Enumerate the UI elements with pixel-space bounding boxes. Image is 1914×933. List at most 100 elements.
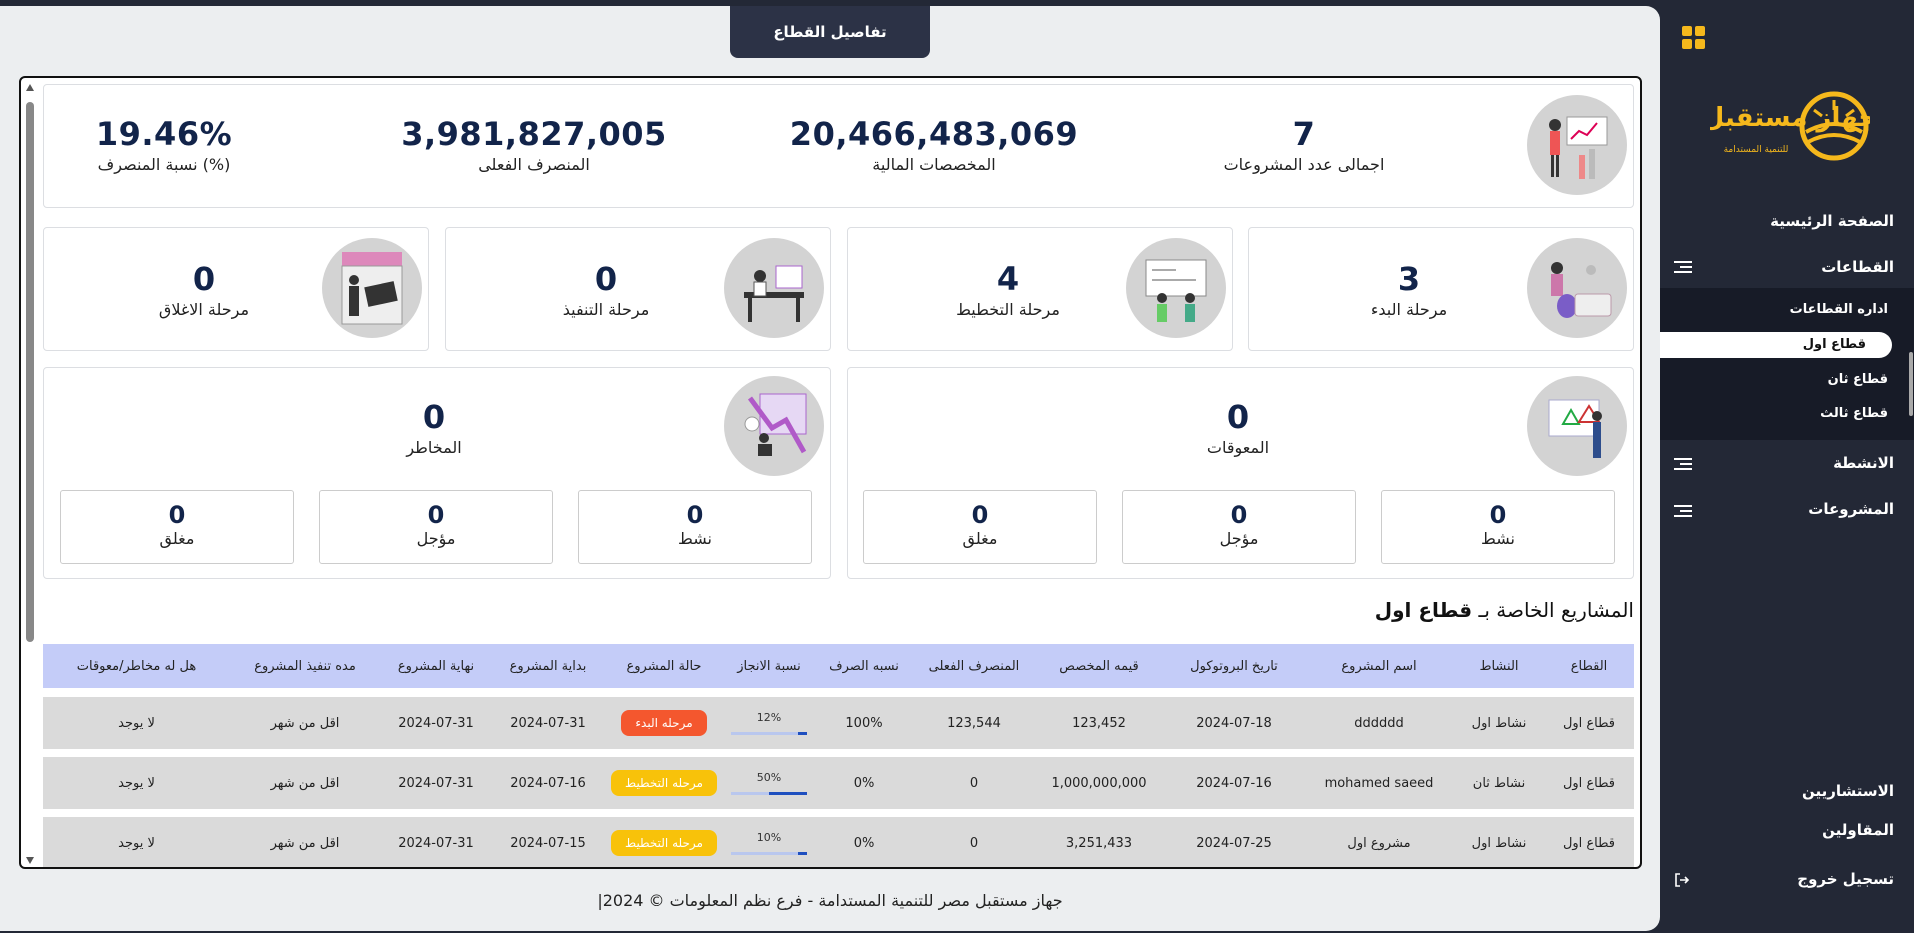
stat-label: اجمالى عدد المشروعات — [1223, 155, 1385, 174]
risks-active: 0 نشط — [578, 490, 812, 564]
cell-duration: اقل من شهر — [270, 715, 340, 731]
col-header-activity[interactable]: النشاط — [1454, 659, 1544, 674]
stat-value: 20,466,483,069 — [789, 115, 1079, 153]
main-content: تفاصيل القطاع 7 اجمالى عدد المشروعات 20,… — [0, 6, 1660, 931]
tab-sector-details[interactable]: تفاصيل القطاع — [730, 6, 930, 58]
cell-protocol-date: 2024-07-25 — [1196, 835, 1272, 851]
phase-card-planning: 4 مرحلة التخطيط — [847, 227, 1233, 351]
logout-icon[interactable] — [1674, 872, 1690, 888]
col-header-allocated[interactable]: قيمه المخصص — [1034, 659, 1164, 674]
risks-label: المخاطر — [406, 438, 462, 457]
col-header-actual-spent[interactable]: المنصرف الفعلى — [914, 659, 1034, 674]
table-row[interactable]: قطاع اول نشاط اول dddddd 2024-07-18 123,452 1… — [43, 697, 1634, 749]
sidebar-scrollbar[interactable] — [1909, 352, 1913, 416]
obstacles-label: المعوقات — [1206, 438, 1270, 457]
stat-actual-spent: 3,981,827,005 المنصرف الفعلى — [394, 115, 674, 174]
closing-phase-illustration-icon — [322, 238, 422, 338]
phase-card-execution: 0 مرحلة التنفيذ — [445, 227, 831, 351]
sub-value: 0 — [1230, 501, 1248, 529]
progress-bar: 12% — [731, 711, 807, 737]
sub-value: 0 — [686, 501, 704, 529]
progress-label: 12% — [756, 710, 782, 724]
logo-text: جهاز مستقبل مصر — [1710, 103, 1870, 133]
footer-copyright: جهاز مستقبل مصر للتنمية المستدامة - فرع … — [597, 891, 1063, 910]
sub-label: مغلق — [159, 529, 195, 548]
col-header-start-date[interactable]: بداية المشروع — [492, 659, 604, 674]
cell-protocol-date: 2024-07-18 — [1196, 715, 1272, 731]
obstacles-postponed: 0 مؤجل — [1122, 490, 1356, 564]
phase-value: 0 — [192, 260, 216, 298]
stat-total-projects: 7 اجمالى عدد المشروعات — [1204, 115, 1404, 174]
cell-project-name: mohamed saeed — [1324, 775, 1434, 791]
risks-closed: 0 مغلق — [60, 490, 294, 564]
content-panel: 7 اجمالى عدد المشروعات 20,466,483,069 ال… — [19, 76, 1642, 869]
stat-value: 7 — [1292, 115, 1316, 153]
nav-logout[interactable]: تسجيل خروج — [1797, 870, 1894, 888]
nav-activities[interactable]: الانشطة — [1833, 454, 1894, 472]
grid-menu-icon[interactable] — [1682, 26, 1706, 50]
progress-label: 10% — [756, 830, 782, 844]
sub-label: مغلق — [962, 529, 998, 548]
cell-end-date: 2024-07-31 — [398, 775, 474, 791]
sub-label: مؤجل — [416, 529, 456, 548]
subnav-sector-1[interactable]: قطاع اول — [1660, 332, 1892, 358]
nav-contractors[interactable]: المقاولين — [1822, 821, 1894, 839]
scroll-down-arrow-icon[interactable] — [26, 857, 34, 864]
obstacles-illustration-icon — [1527, 376, 1627, 476]
col-header-sector[interactable]: القطاع — [1544, 659, 1634, 674]
progress-label: 50% — [756, 770, 782, 784]
col-header-risks[interactable]: هل له مخاطر/معوقات — [43, 659, 230, 674]
subnav-manage-sectors[interactable]: اداره القطاعات — [1790, 302, 1888, 317]
cell-end-date: 2024-07-31 — [398, 715, 474, 731]
status-badge: مرحله التخطيط — [611, 830, 717, 856]
col-header-status[interactable]: حالة المشروع — [604, 659, 724, 674]
cell-actual-spent: 123,544 — [947, 715, 1001, 731]
cell-project-name: dddddd — [1354, 715, 1404, 731]
subnav-sector-3[interactable]: قطاع ثالث — [1820, 406, 1888, 421]
projects-menu-icon[interactable] — [1674, 505, 1692, 517]
subnav-sector-2[interactable]: قطاع ثان — [1828, 372, 1888, 387]
sidebar: جهاز مستقبل مصر للتنمية المستدامة الصفحة… — [1633, 6, 1914, 933]
nav-sectors[interactable]: القطاعات — [1821, 258, 1894, 276]
phase-label: مرحلة التخطيط — [956, 300, 1060, 319]
scroll-up-arrow-icon[interactable] — [26, 84, 34, 91]
cell-project-name: مشروع اول — [1347, 835, 1411, 851]
phase-value: 0 — [594, 260, 618, 298]
vertical-scrollbar[interactable] — [25, 84, 35, 864]
cell-progress: 50% — [724, 770, 814, 797]
future-of-egypt-logo: جهاز مستقبل مصر للتنمية المستدامة — [1633, 86, 1877, 176]
nav-home[interactable]: الصفحة الرئيسية — [1770, 212, 1894, 230]
phase-card-closing: 0 مرحلة الاغلاق — [43, 227, 429, 351]
col-header-progress[interactable]: نسبة الانجاز — [724, 659, 814, 674]
col-header-project-name[interactable]: اسم المشروع — [1304, 659, 1454, 674]
sectors-menu-icon[interactable] — [1674, 261, 1692, 273]
cell-sector: قطاع اول — [1562, 775, 1616, 791]
col-header-spend-ratio[interactable]: نسبه الصرف — [814, 659, 914, 674]
nav-projects[interactable]: المشروعات — [1808, 500, 1894, 518]
logo-subtext: للتنمية المستدامة — [1724, 145, 1789, 155]
progress-fill — [797, 731, 807, 735]
stat-value: 19.46% — [95, 115, 233, 153]
col-header-protocol-date[interactable]: تاريخ البروتوكول — [1164, 659, 1304, 674]
stat-spend-ratio: 19.46% نسبة المنصرف (%) — [74, 115, 254, 174]
execution-phase-illustration-icon — [724, 238, 824, 338]
sub-label: نشط — [1481, 529, 1515, 548]
sub-label: مؤجل — [1219, 529, 1259, 548]
cell-spend-ratio: 0% — [853, 835, 875, 851]
phase-label: مرحلة البدء — [1370, 300, 1448, 319]
cell-spend-ratio: 100% — [845, 715, 883, 731]
nav-consultants[interactable]: الاستشاريين — [1802, 782, 1894, 800]
cell-progress: 10% — [724, 830, 814, 857]
progress-bar: 10% — [731, 831, 807, 857]
progress-fill — [769, 791, 807, 795]
scroll-thumb[interactable] — [26, 102, 34, 642]
cell-activity: نشاط اول — [1471, 835, 1527, 851]
activities-menu-icon[interactable] — [1674, 458, 1692, 470]
planning-phase-illustration-icon — [1126, 238, 1226, 338]
table-row[interactable]: قطاع اول نشاط اول مشروع اول 2024-07-25 3,251… — [43, 817, 1634, 867]
stat-label: نسبة المنصرف (%) — [97, 155, 231, 174]
sub-value: 0 — [427, 501, 445, 529]
col-header-duration[interactable]: مده تنفيذ المشروع — [230, 659, 380, 674]
col-header-end-date[interactable]: نهاية المشروع — [380, 659, 492, 674]
table-row[interactable]: قطاع اول نشاط ثان mohamed saeed 2024-07-16 1… — [43, 757, 1634, 809]
